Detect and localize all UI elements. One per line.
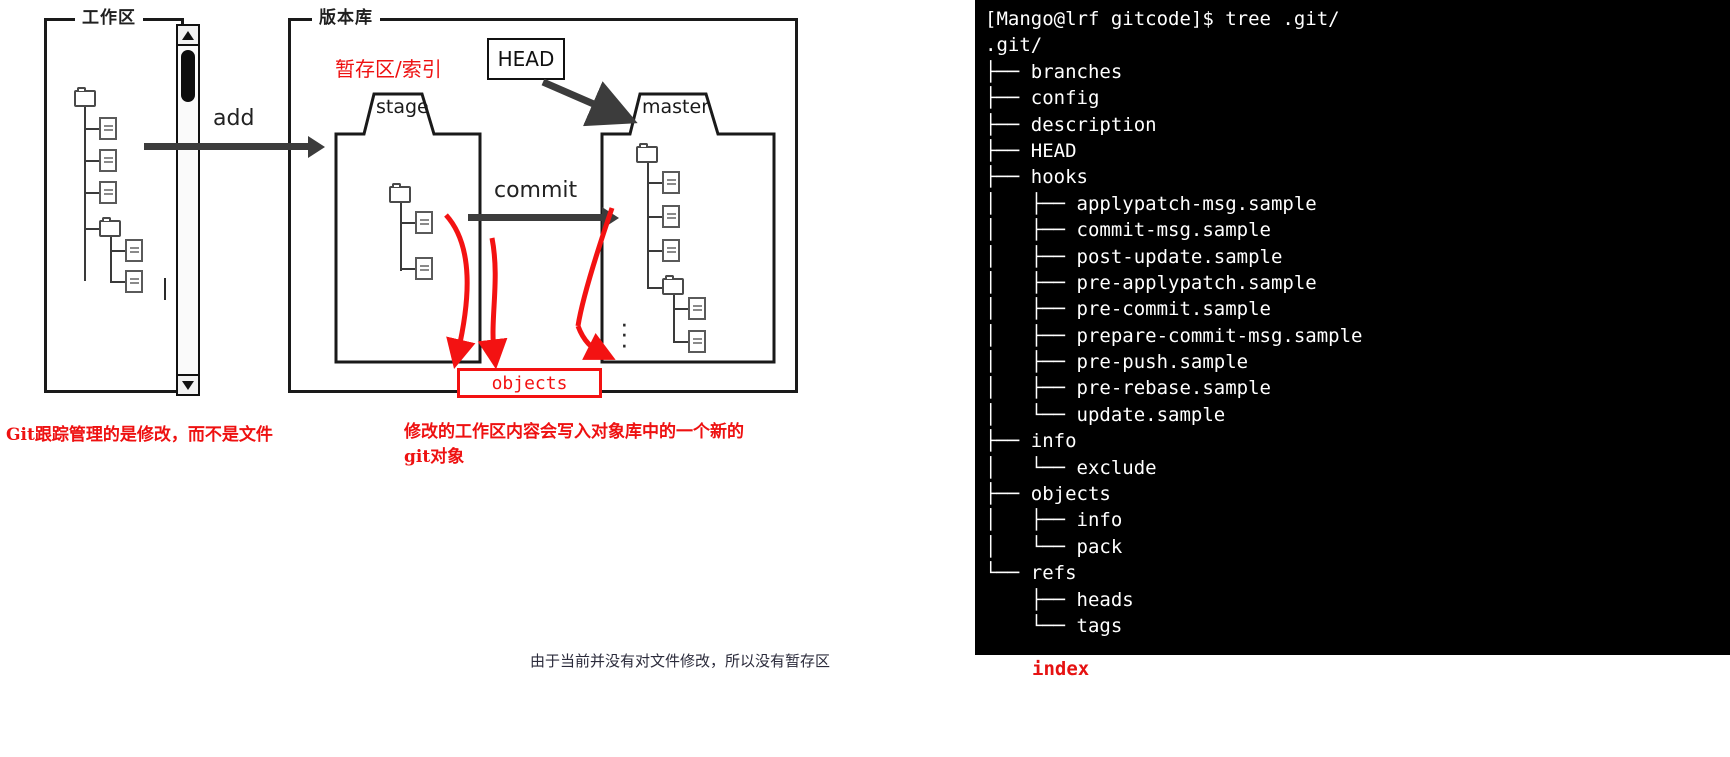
file-icon [99,181,117,204]
terminal-line: │ ├── info [985,509,1123,532]
annotation-right: 修改的工作区内容会写入对象库中的一个新的 git对象 [404,420,874,469]
tree-branch [673,308,689,310]
commit-arrow-line [468,214,608,221]
terminal-line: │ └── exclude [985,456,1157,479]
folder-icon [662,275,684,295]
tree-branch [84,192,100,194]
terminal-line: │ ├── pre-rebase.sample [985,377,1271,400]
tree-stem [84,107,86,281]
tree-branch [110,281,126,283]
folder-icon [74,87,96,107]
master-label: master [642,96,710,118]
tree-branch [647,182,663,184]
file-icon [688,330,706,353]
workspace-frame [44,18,184,393]
tree-stem [400,203,402,271]
tree-branch [647,250,663,252]
stage-index-annotation: 暂存区/索引 [335,57,442,81]
file-icon [688,297,706,320]
tree-branch [400,222,416,224]
terminal-line: ├── hooks [985,166,1088,189]
annotation-right-line2: git对象 [404,446,465,467]
terminal-line: ├── branches [985,60,1123,83]
add-arrow-head [308,136,325,158]
file-icon [99,117,117,140]
vertical-scrollbar[interactable] [176,24,200,396]
terminal-line: [Mango@lrf gitcode]$ tree .git/ [985,8,1340,30]
file-icon [415,211,433,234]
terminal-line: ├── description [985,113,1157,136]
index-red-label: index [1032,658,1090,680]
objects-label: objects [491,372,568,394]
terminal-line: │ └── update.sample [985,403,1226,426]
stage-container: stage [334,92,482,364]
head-label: HEAD [497,47,555,71]
terminal-line: │ ├── pre-commit.sample [985,298,1271,321]
tree-stem [110,237,112,283]
terminal-line: │ ├── pre-applypatch.sample [985,271,1317,294]
tree-branch [84,128,100,130]
terminal-window[interactable]: [Mango@lrf gitcode]$ tree .git/ .git/ ├── … [975,0,1730,655]
terminal-line: ├── info [985,430,1077,453]
folder-icon [99,217,121,237]
tree-branch [647,216,663,218]
objects-callout-box: objects [457,368,602,398]
scrollbar-thumb[interactable] [181,50,195,102]
annotation-bottom-note: 由于当前并没有对文件修改，所以没有暂存区 [530,652,831,670]
terminal-line: .git/ [985,34,1043,57]
scroll-down-button[interactable] [178,374,198,394]
file-icon [125,270,143,293]
terminal-line: │ ├── applypatch-msg.sample [985,192,1317,215]
folder-icon [636,143,658,163]
terminal-line: │ ├── prepare-commit-msg.sample [985,324,1363,347]
workspace-label: 工作区 [75,10,143,27]
tree-branch [673,341,689,343]
file-icon [662,171,680,194]
tree-branch [110,250,126,252]
terminal-line: │ ├── pre-push.sample [985,351,1249,374]
terminal-line: ├── HEAD [985,139,1077,162]
folder-icon [389,183,411,203]
terminal-line: │ └── pack [985,535,1123,558]
triangle-down-icon [182,380,194,390]
terminal-line: ├── heads [985,588,1134,611]
file-icon [662,205,680,228]
triangle-up-icon [182,30,194,40]
head-box: HEAD [487,38,565,80]
tree-branch [84,228,100,230]
terminal-line: └── refs [985,562,1077,585]
terminal-line: └── tags [985,614,1123,637]
terminal-line: │ ├── post-update.sample [985,245,1283,268]
file-icon [415,257,433,280]
tree-stem [673,295,675,343]
file-icon [662,239,680,262]
add-label: add [213,106,255,131]
annotation-left: Git跟踪管理的是修改，而不是文件 [6,425,273,445]
add-arrow-line [144,143,314,150]
tree-branch [84,160,100,162]
stage-label: stage [376,96,429,118]
commit-arrow-head [602,207,619,229]
file-icon [99,149,117,172]
repository-label: 版本库 [312,10,380,27]
tree-branch [400,268,416,270]
tree-branch [647,287,663,289]
text-caret [164,278,166,300]
git-areas-diagram: 工作区 版本库 暂存区/索引 HEAD stage master · · · a… [0,0,975,757]
commit-label: commit [494,178,578,203]
terminal-line: ├── config [985,87,1100,110]
scroll-up-button[interactable] [178,26,198,46]
terminal-line: ├── objects [985,483,1111,506]
file-icon [125,239,143,262]
ellipsis-dots: · · · [620,308,632,359]
annotation-right-line1: 修改的工作区内容会写入对象库中的一个新的 [404,422,744,442]
terminal-line: │ ├── commit-msg.sample [985,219,1271,242]
